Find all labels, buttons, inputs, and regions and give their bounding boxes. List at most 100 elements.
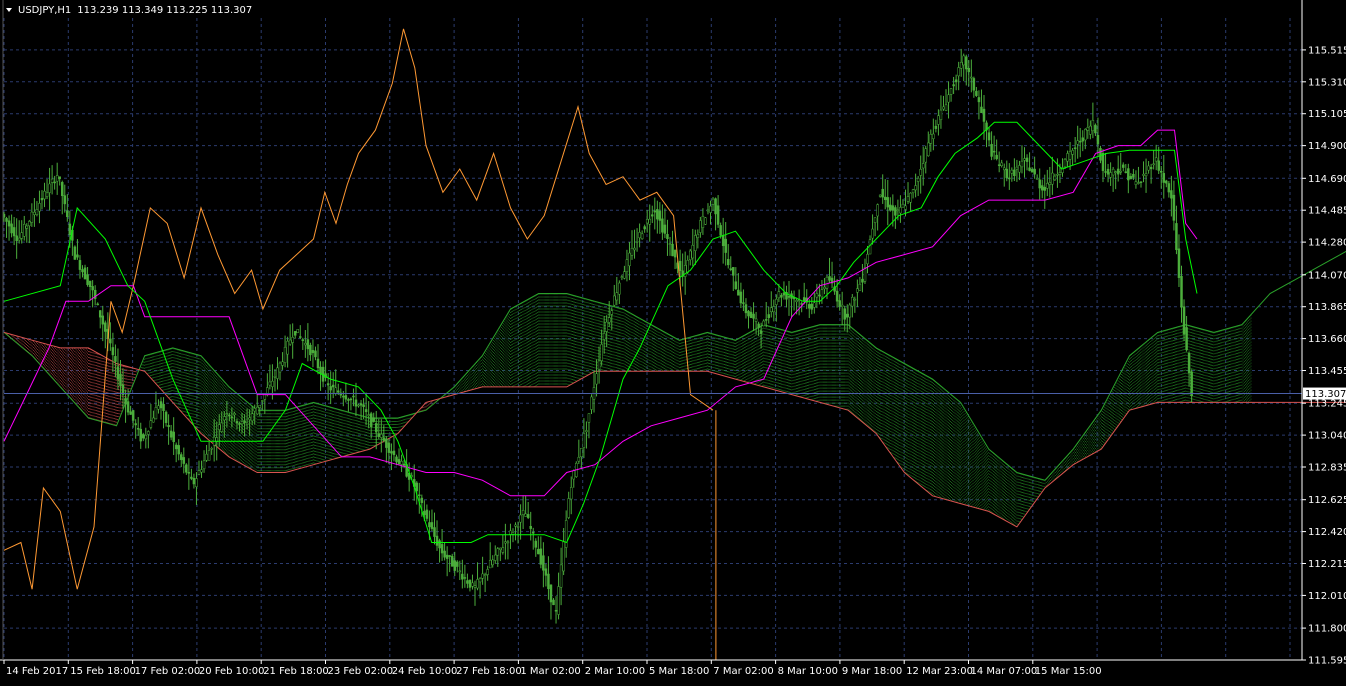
candle-body [91, 286, 94, 291]
candle-body [800, 303, 803, 305]
candle-body [678, 260, 682, 272]
candle-body [711, 198, 715, 205]
price-chart[interactable]: 115.515 115.310 115.105 114.900 114.690 114.4… [0, 0, 1346, 682]
candle-body [1109, 172, 1112, 178]
candle-body [924, 148, 927, 163]
candle-body [337, 390, 340, 393]
y-tick-label: 111.800 [1308, 624, 1346, 635]
chart-canvas[interactable]: 115.515 115.310 115.105 114.900 114.690 114.4… [0, 0, 1346, 682]
candle-body [1172, 194, 1176, 221]
candle-body [891, 205, 895, 211]
candle-body [552, 599, 555, 606]
candle-body [359, 403, 363, 406]
candle-body [699, 220, 702, 233]
candle-body [734, 281, 738, 290]
candle-body [1089, 125, 1092, 135]
candle-body [883, 196, 887, 201]
candle-body [886, 197, 890, 208]
candle-body [871, 228, 874, 239]
candle-body [770, 307, 773, 312]
y-tick-label: 114.900 [1308, 141, 1346, 152]
y-tick-label: 112.420 [1308, 527, 1346, 538]
candle-body [1025, 157, 1029, 162]
candle-body [914, 185, 917, 191]
candle-body [554, 610, 558, 612]
candle-body [471, 582, 474, 587]
candle-body [906, 196, 910, 202]
candle-body [820, 289, 824, 298]
candle-body [813, 302, 816, 308]
x-tick-label: 21 Feb 18:00 [263, 666, 329, 677]
candle-body [288, 339, 292, 345]
candle-body [845, 313, 849, 318]
candle-body [481, 573, 484, 579]
candle-body [967, 67, 971, 73]
candle-body [526, 514, 530, 518]
candle-body [942, 106, 945, 110]
candle-body [656, 209, 659, 220]
candle-body [453, 560, 456, 571]
candle-body [109, 338, 112, 344]
candle-body [572, 470, 576, 480]
candle-body [354, 399, 358, 407]
candle-body [739, 291, 743, 304]
x-tick-label: 27 Feb 18:00 [456, 666, 522, 677]
candle-body [136, 427, 140, 430]
candle-body [1149, 167, 1153, 170]
candle-body [1185, 327, 1188, 351]
candle-body [990, 143, 993, 157]
candle-body [1018, 165, 1021, 173]
candle-body [858, 283, 862, 291]
candle-body [372, 417, 375, 422]
x-tick-label: 8 Mar 10:00 [778, 666, 838, 677]
candle-body [286, 340, 289, 355]
candle-body [623, 271, 626, 279]
collapse-triangle-icon[interactable] [6, 8, 12, 12]
candle-body [1035, 178, 1039, 180]
candle-body [615, 292, 619, 301]
candle-body [45, 192, 49, 197]
candle-body [921, 163, 925, 169]
candle-body [1094, 124, 1097, 134]
candle-body [577, 456, 581, 462]
candle-body [182, 457, 186, 464]
y-tick-label: 113.455 [1308, 366, 1346, 377]
candle-body [169, 430, 173, 438]
candle-body [1101, 153, 1105, 171]
candle-body [443, 550, 446, 558]
candle-body [131, 410, 135, 421]
candle-body [76, 254, 79, 258]
candle-body [868, 239, 872, 255]
candle-body [164, 411, 168, 423]
candle-body [643, 226, 646, 230]
candle-body [124, 398, 127, 405]
candle-body [706, 209, 710, 212]
candle-body [1096, 135, 1100, 145]
candle-body [580, 447, 583, 457]
y-tick-label: 114.280 [1308, 238, 1346, 249]
candle-body [230, 416, 234, 419]
candle-body [253, 408, 256, 412]
candle-body [851, 297, 854, 307]
candle-body [162, 404, 165, 411]
candle-body [787, 296, 791, 298]
candle-body [567, 498, 570, 518]
candle-body [620, 276, 624, 278]
candle-body [111, 347, 115, 356]
candle-body [499, 547, 502, 550]
candle-body [605, 321, 608, 332]
candle-body [557, 586, 560, 615]
y-tick-label: 113.865 [1308, 302, 1346, 313]
candle-body [450, 555, 454, 567]
candle-body [1182, 306, 1186, 335]
candle-body [243, 420, 246, 423]
candle-body [904, 205, 907, 210]
candle-body [597, 360, 601, 370]
candle-body [20, 232, 23, 239]
candle-body [648, 218, 651, 225]
y-tick-label: 112.625 [1308, 495, 1346, 506]
candle-body [562, 541, 565, 572]
x-tick-label: 9 Mar 18:00 [842, 666, 902, 677]
candle-body [1005, 168, 1009, 179]
candle-body [463, 577, 467, 579]
